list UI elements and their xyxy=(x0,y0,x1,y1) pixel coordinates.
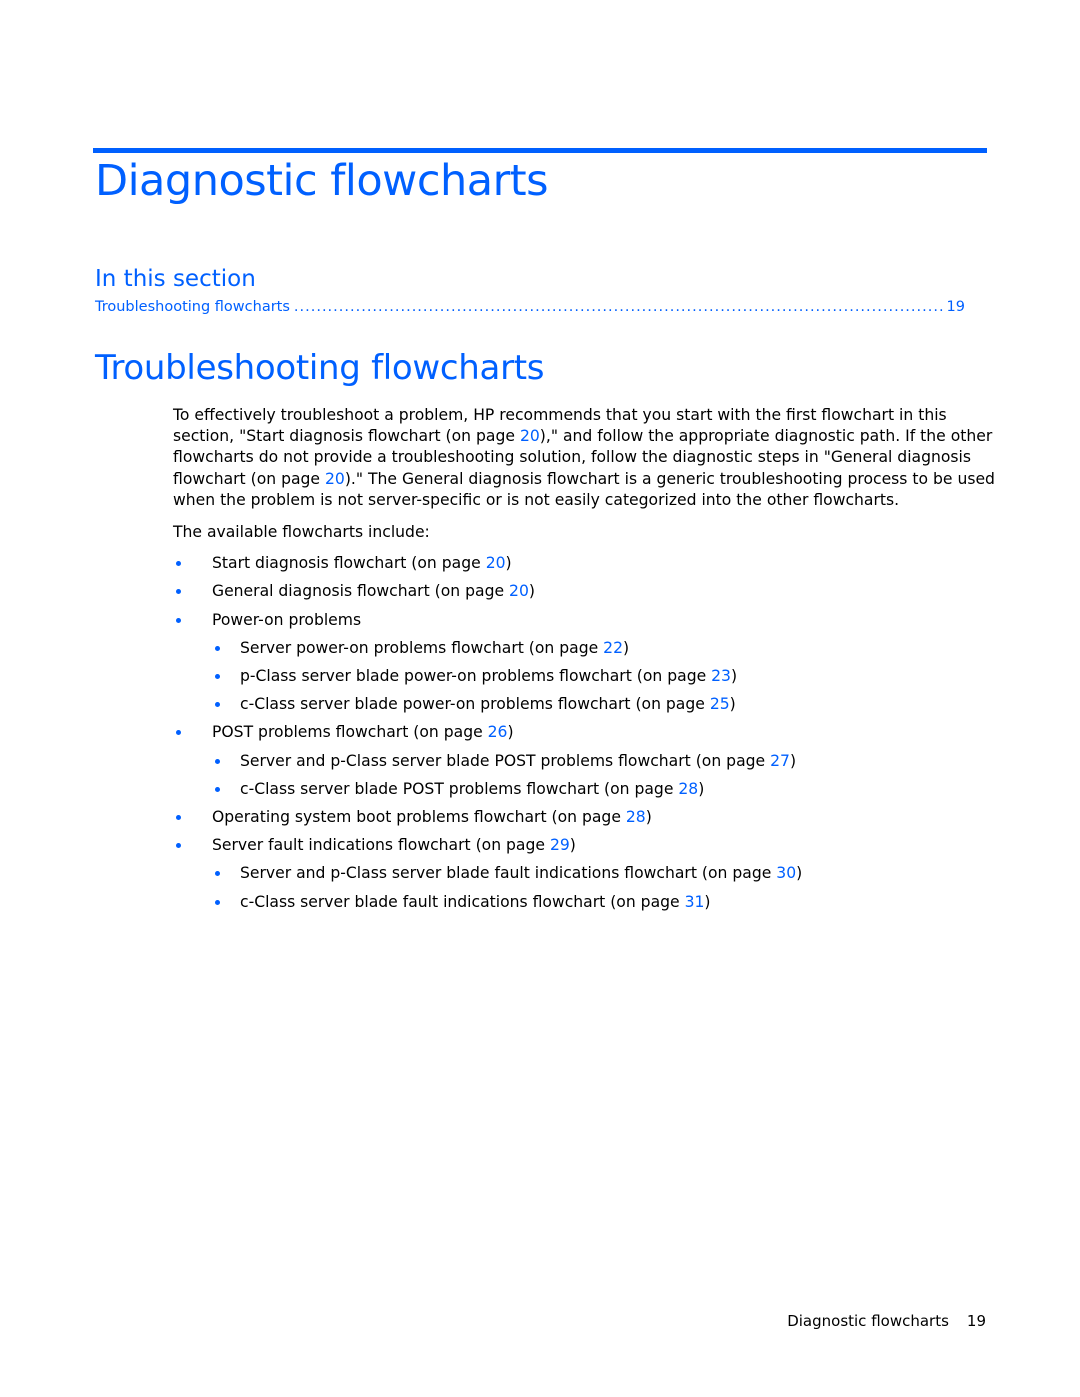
list-item: Start diagnosis flowchart (on page 20) xyxy=(173,549,998,577)
in-this-section-heading: In this section xyxy=(95,266,256,292)
toc-leader-dots xyxy=(294,299,943,315)
list-item: Server fault indications flowchart (on p… xyxy=(173,831,998,916)
section-body: To effectively troubleshoot a problem, H… xyxy=(173,405,998,916)
list-item: p-Class server blade power-on problems f… xyxy=(212,662,998,690)
page-link[interactable]: 20 xyxy=(509,582,529,600)
sub-list: Server and p-Class server blade POST pro… xyxy=(212,747,998,803)
page-link[interactable]: 28 xyxy=(626,808,646,826)
page-link[interactable]: 22 xyxy=(603,639,623,657)
toc-entry-troubleshooting-flowcharts[interactable]: Troubleshooting flowcharts 19 xyxy=(95,299,965,315)
sub-list: Server and p-Class server blade fault in… xyxy=(212,859,998,915)
sub-list: Server power-on problems flowchart (on p… xyxy=(212,634,998,719)
toc-entry-page: 19 xyxy=(946,299,965,315)
list-item: Server and p-Class server blade fault in… xyxy=(212,859,998,887)
list-item: Server power-on problems flowchart (on p… xyxy=(212,634,998,662)
list-intro: The available flowcharts include: xyxy=(173,523,430,542)
list-item: c-Class server blade fault indications f… xyxy=(212,888,998,916)
list-item: General diagnosis flowchart (on page 20) xyxy=(173,577,998,605)
footer-page-number: 19 xyxy=(966,1312,986,1330)
footer-section-name: Diagnostic flowcharts xyxy=(787,1312,949,1330)
toc-entry-label: Troubleshooting flowcharts xyxy=(95,299,290,315)
list-item: Operating system boot problems flowchart… xyxy=(173,803,998,831)
chapter-rule xyxy=(93,148,987,153)
list-item: Server and p-Class server blade POST pro… xyxy=(212,747,998,775)
page-link[interactable]: 26 xyxy=(488,723,508,741)
section-title: Troubleshooting flowcharts xyxy=(95,348,545,388)
page-link[interactable]: 23 xyxy=(711,667,731,685)
page-link[interactable]: 20 xyxy=(325,470,345,488)
chapter-title: Diagnostic flowcharts xyxy=(95,156,549,206)
list-item: Power-on problems Server power-on problem… xyxy=(173,606,998,719)
page-link[interactable]: 28 xyxy=(678,780,698,798)
page-link[interactable]: 27 xyxy=(770,752,790,770)
intro-paragraph: To effectively troubleshoot a problem, H… xyxy=(173,406,995,509)
page-link[interactable]: 20 xyxy=(486,554,506,572)
page-link[interactable]: 31 xyxy=(685,893,705,911)
flowchart-list: Start diagnosis flowchart (on page 20) Ge… xyxy=(173,549,998,916)
page-link[interactable]: 30 xyxy=(776,864,796,882)
list-item: c-Class server blade POST problems flowc… xyxy=(212,775,998,803)
page-link[interactable]: 29 xyxy=(550,836,570,854)
list-item: POST problems flowchart (on page 26) Serv… xyxy=(173,718,998,803)
page-link[interactable]: 20 xyxy=(520,427,540,445)
list-item: c-Class server blade power-on problems f… xyxy=(212,690,998,718)
page-footer: Diagnostic flowcharts 19 xyxy=(787,1312,986,1330)
page-link[interactable]: 25 xyxy=(710,695,730,713)
